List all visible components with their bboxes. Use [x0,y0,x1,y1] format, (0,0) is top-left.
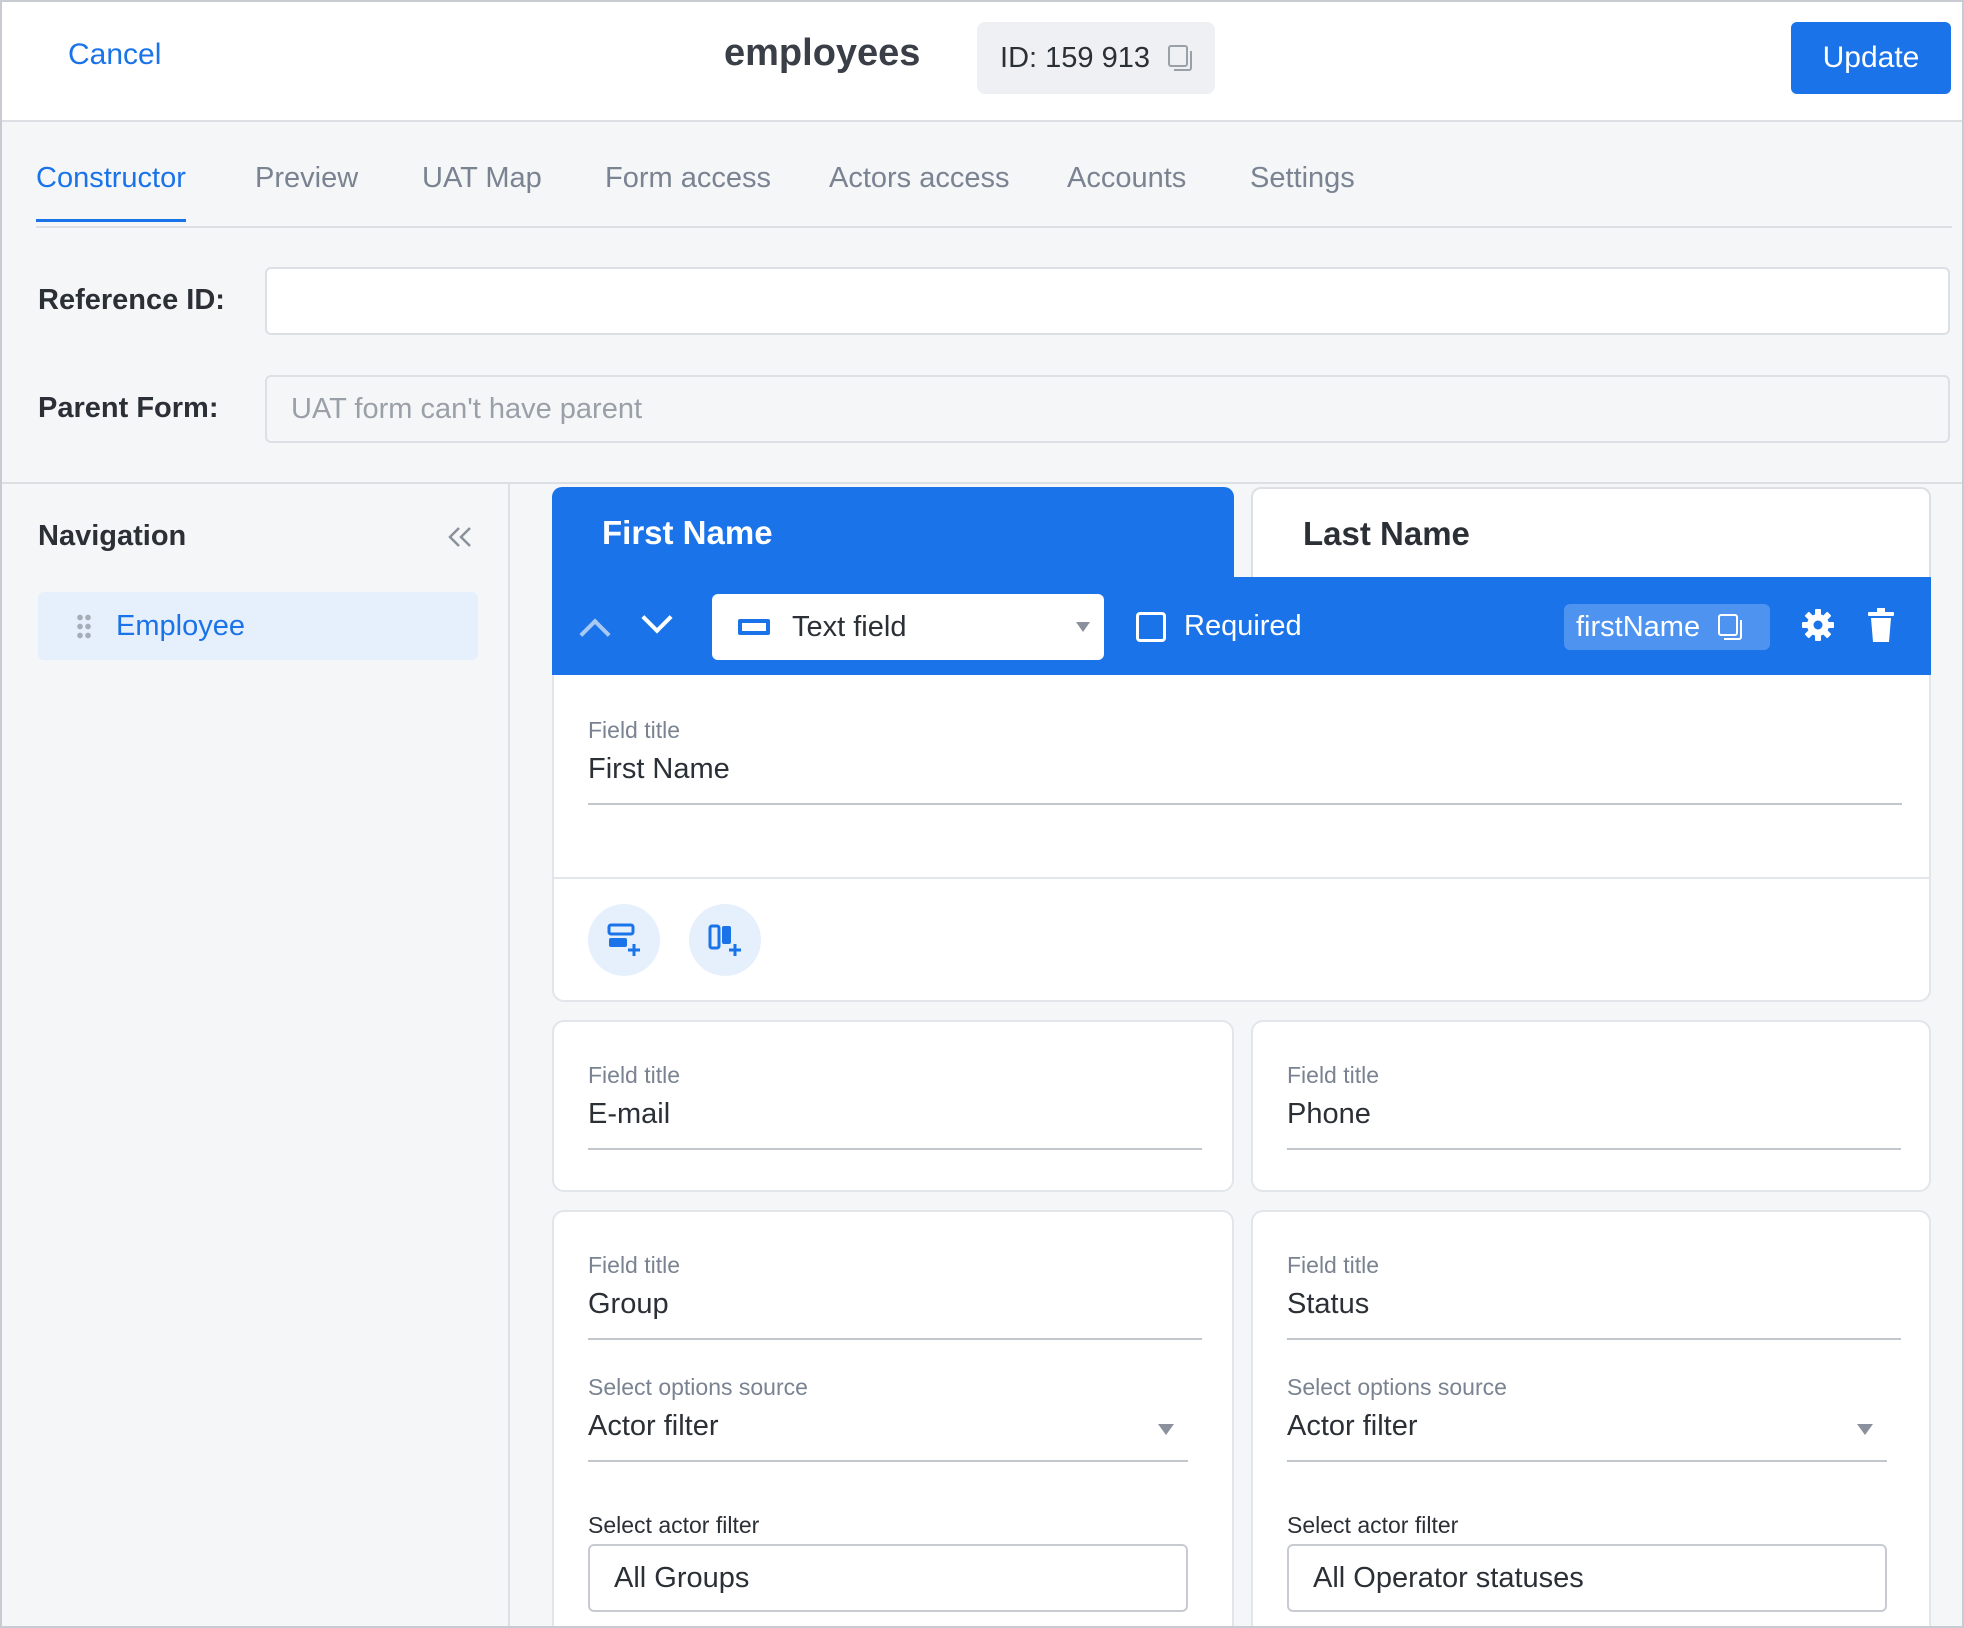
options-source-label: Select options source [1287,1374,1507,1400]
copy-icon[interactable] [1718,614,1743,640]
field-card-email: Field title E-mail [552,1020,1234,1192]
field-type-label: Text field [792,610,907,643]
section-tab-first-name[interactable]: First Name [552,487,1234,579]
field-title-input[interactable]: Phone [1287,1098,1371,1131]
tab-uat-map[interactable]: UAT Map [422,162,542,219]
tab-constructor[interactable]: Constructor [36,162,186,222]
actor-filter-input[interactable]: All Operator statuses [1287,1544,1887,1612]
drag-handle-icon[interactable] [76,613,92,639]
app-window: Cancel employees ID: 159 913 Update Cons… [0,0,1964,1628]
options-source-select[interactable]: Actor filter [1287,1410,1418,1443]
add-row-button[interactable] [588,904,660,976]
select-underline [588,1460,1188,1462]
field-toolbar: Text field Required firstName [552,577,1931,677]
actor-filter-input[interactable]: All Groups [588,1544,1188,1612]
id-badge[interactable]: ID: 159 913 [977,22,1215,94]
input-underline [1287,1338,1901,1340]
field-card-status: Field title Status Select options source… [1251,1210,1931,1626]
collapse-icon[interactable] [446,520,474,557]
field-card-group: Field title Group Select options source … [552,1210,1234,1626]
header: Cancel employees ID: 159 913 Update [2,2,1962,122]
field-title-input[interactable]: Group [588,1288,669,1321]
field-card-phone: Field title Phone [1251,1020,1931,1192]
tab-form-access[interactable]: Form access [605,162,771,219]
nav-item-employee[interactable]: Employee [38,592,478,660]
input-underline [588,803,1902,805]
select-underline [1287,1460,1887,1462]
input-underline [588,1338,1202,1340]
trash-icon[interactable] [1868,608,1894,642]
chevron-down-icon [1857,1424,1873,1435]
add-column-icon [708,924,741,956]
chevron-down-icon [1158,1424,1174,1435]
text-field-icon [738,619,770,635]
field-title-input[interactable]: E-mail [588,1098,670,1131]
reference-id-input[interactable] [265,267,1950,335]
field-title-label: Field title [1287,1252,1380,1278]
field-key-chip[interactable]: firstName [1564,604,1770,650]
id-label: ID: 159 913 [1000,41,1150,74]
section-tab-last-name[interactable]: Last Name [1251,487,1931,579]
reference-id-label: Reference ID: [38,284,225,316]
move-down-icon[interactable] [641,602,673,634]
add-column-button[interactable] [689,904,761,976]
tab-bar: Constructor Preview UAT Map Form access … [36,122,1952,228]
card-divider [554,877,1929,879]
field-title-label: Field title [588,1252,681,1278]
tab-actors-access[interactable]: Actors access [829,162,1010,219]
tab-preview[interactable]: Preview [255,162,358,219]
update-button[interactable]: Update [1791,22,1951,94]
field-key-label: firstName [1576,610,1701,643]
tab-accounts[interactable]: Accounts [1067,162,1186,219]
navigation-panel: Navigation Employee [2,484,510,1626]
nav-item-label: Employee [116,609,245,642]
cancel-button[interactable]: Cancel [68,38,161,72]
required-label: Required [1184,610,1302,642]
navigation-title: Navigation [38,520,187,552]
actor-filter-label: Select actor filter [588,1512,760,1538]
field-card-first-name: Field title First Name [552,675,1931,1002]
copy-icon[interactable] [1167,45,1192,71]
input-underline [1287,1148,1901,1150]
tab-settings[interactable]: Settings [1250,162,1355,219]
parent-form-input: UAT form can't have parent [265,375,1950,443]
parent-form-label: Parent Form: [38,392,219,424]
chevron-down-icon [1076,622,1090,632]
field-title-label: Field title [588,717,681,743]
page-title: employees [724,32,921,74]
field-title-label: Field title [588,1062,681,1088]
gear-icon[interactable] [1800,607,1836,643]
options-source-label: Select options source [588,1374,808,1400]
field-title-input[interactable]: First Name [588,753,730,786]
required-checkbox[interactable] [1136,612,1166,642]
options-source-select[interactable]: Actor filter [588,1410,719,1443]
field-title-input[interactable]: Status [1287,1288,1369,1321]
actor-filter-label: Select actor filter [1287,1512,1459,1538]
field-type-select[interactable]: Text field [712,594,1104,660]
field-title-label: Field title [1287,1062,1380,1088]
move-up-icon[interactable] [579,618,611,650]
add-row-icon [607,923,640,956]
input-underline [588,1148,1202,1150]
